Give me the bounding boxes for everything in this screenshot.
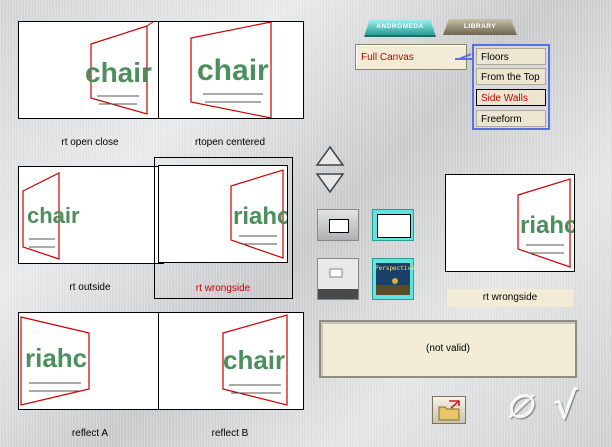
frame-large-icon	[377, 214, 411, 238]
scroll-down-icon[interactable]	[315, 172, 345, 194]
preview-image: riahc	[445, 174, 575, 272]
perspective-button[interactable]: Perspective	[372, 258, 415, 300]
menu-connector	[455, 58, 472, 60]
thumb-drawing: riahc	[20, 316, 90, 406]
scroll-up-icon[interactable]	[315, 145, 345, 167]
thumb-label: reflect B	[211, 428, 249, 439]
thumb-reflect-a[interactable]: riahc reflect A	[10, 304, 164, 444]
thumb-label: rtopen centered	[194, 137, 266, 148]
thumb-chair-text: chair	[197, 54, 269, 87]
thumb-image: riahc	[158, 165, 288, 263]
thumb-rt-open-close[interactable]: chair rt open close	[10, 14, 164, 154]
thumb-label: rt open close	[61, 137, 119, 148]
perspective-label: Perspective	[375, 265, 415, 272]
thumb-chair-text: chair	[27, 203, 80, 228]
canvas-selector[interactable]: Full Canvas	[355, 44, 467, 70]
thumb-image: chair	[158, 312, 304, 410]
thumb-chair-text: riahc	[25, 343, 87, 373]
open-folder-button[interactable]	[432, 396, 466, 424]
thumb-rtopen-centered[interactable]: chair rtopen centered	[150, 14, 304, 154]
menu-item-from-the-top[interactable]: From the Top	[476, 68, 546, 85]
thumb-drawing: chair	[222, 314, 288, 406]
thumb-image: chair	[18, 166, 164, 264]
thumb-label: reflect A	[71, 428, 109, 439]
preview-label: rt wrongside	[447, 289, 573, 307]
thumb-rt-outside[interactable]: chair rt outside	[10, 160, 164, 298]
thumb-rt-wrongside[interactable]: riahc rt wrongside	[154, 157, 293, 299]
flat-view-icon	[318, 268, 358, 299]
frame-small-icon	[329, 219, 349, 233]
menu-item-freeform[interactable]: Freeform	[476, 110, 546, 127]
folder-icon	[438, 400, 460, 421]
cancel-button[interactable]: ∅	[506, 388, 534, 426]
thumb-label: rt wrongside	[195, 283, 251, 294]
menu-item-side-walls[interactable]: Side Walls	[476, 89, 546, 106]
large-frame-button[interactable]	[372, 209, 414, 241]
thumb-chair-text: chair	[85, 57, 152, 88]
thumb-drawing: chair	[22, 172, 80, 260]
tab-andromeda[interactable]: ANDROMEDA	[364, 19, 436, 37]
preview-drawing: riahc	[517, 178, 574, 268]
ok-button[interactable]: √	[554, 384, 578, 428]
thumb-image: chair	[18, 21, 164, 119]
small-frame-button[interactable]	[317, 209, 359, 241]
wall-type-menu: Floors From the Top Side Walls Freeform	[472, 44, 550, 130]
preview-chair-text: riahc	[520, 212, 574, 239]
thumb-image: riahc	[18, 312, 164, 410]
thumb-reflect-b[interactable]: chair reflect B	[150, 304, 304, 444]
flat-view-button[interactable]	[317, 258, 359, 300]
menu-item-floors[interactable]: Floors	[476, 48, 546, 65]
tab-library[interactable]: LIBRARY	[443, 19, 517, 35]
thumb-chair-text: chair	[223, 345, 285, 375]
thumb-image: chair	[158, 21, 304, 119]
status-panel: (not valid)	[319, 320, 577, 378]
thumb-drawing: chair	[190, 22, 272, 118]
thumb-drawing: riahc	[230, 169, 287, 259]
thumb-drawing: chair	[85, 22, 154, 115]
thumb-chair-text: riahc	[233, 203, 287, 230]
